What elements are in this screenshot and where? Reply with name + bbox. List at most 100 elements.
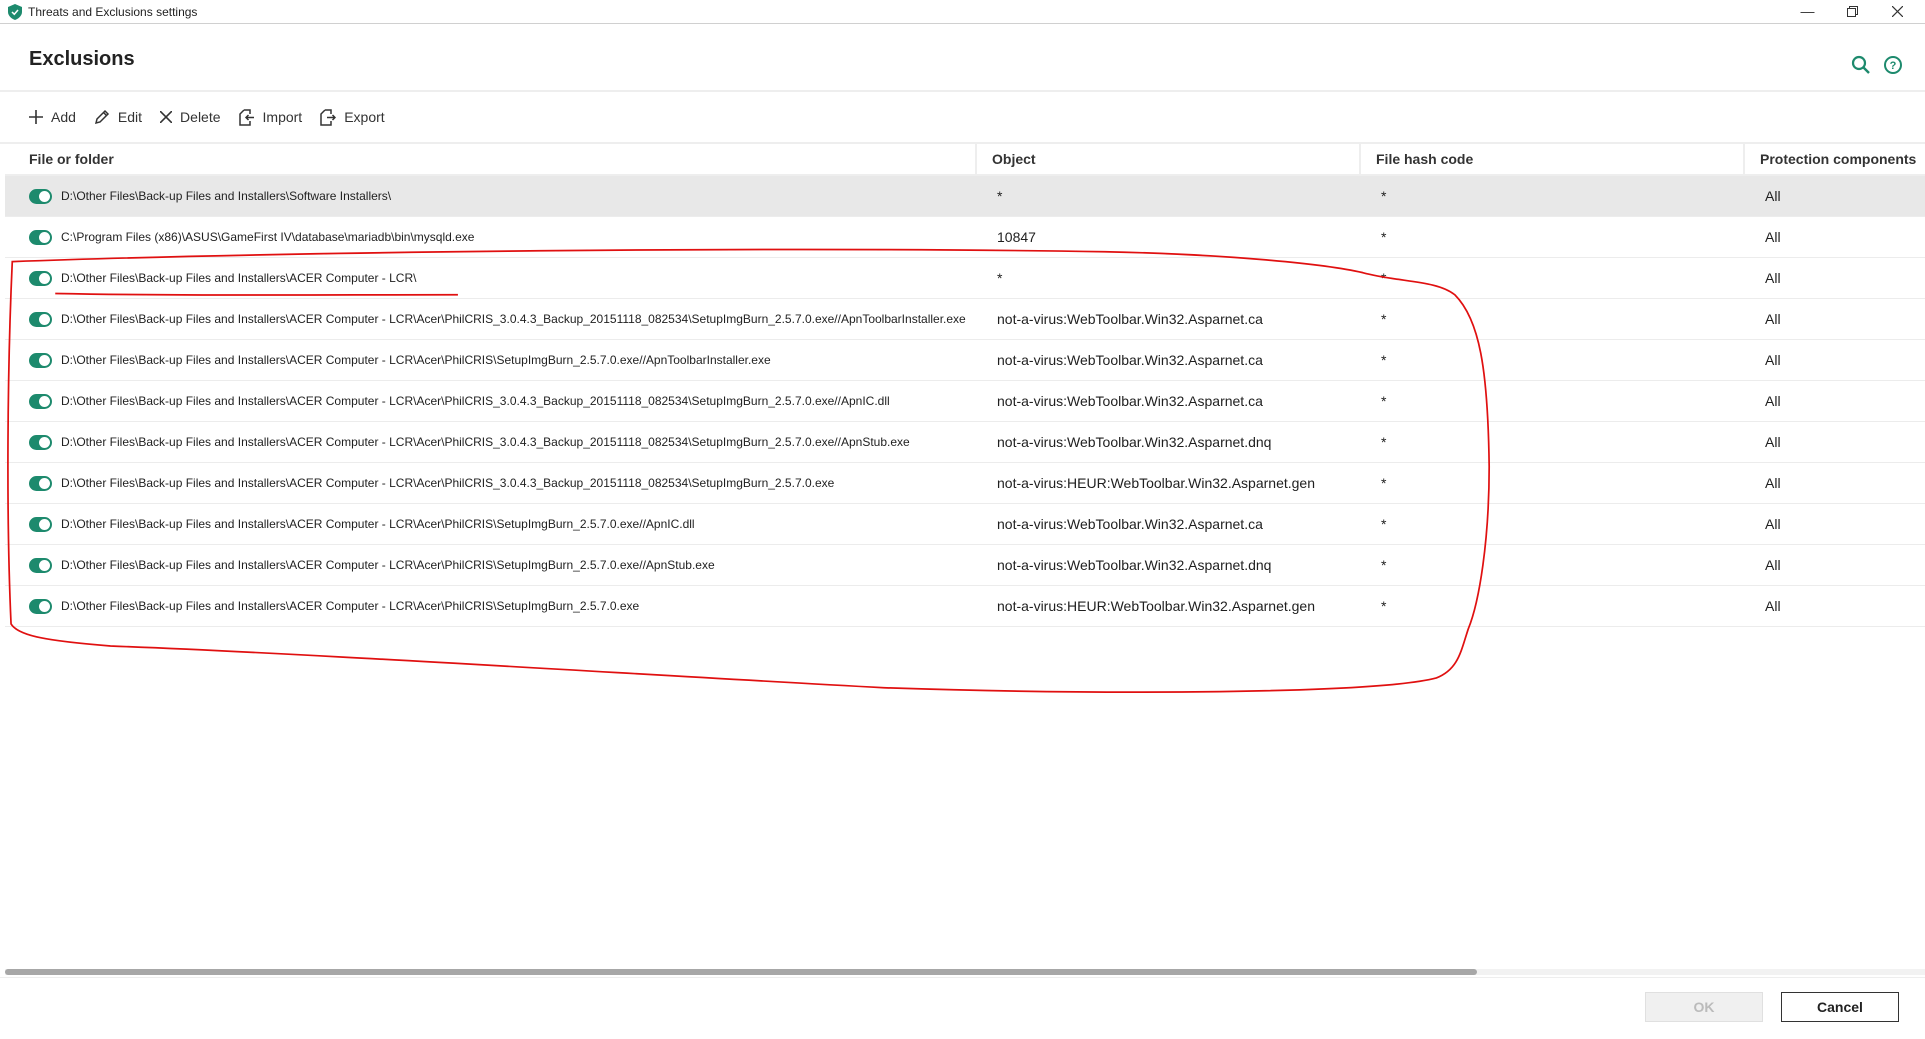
hash-cell: * bbox=[1381, 557, 1387, 573]
edit-button[interactable]: Edit bbox=[94, 109, 142, 125]
file-cell: D:\Other Files\Back-up Files and Install… bbox=[5, 434, 980, 450]
enabled-toggle[interactable] bbox=[29, 311, 52, 327]
help-icon[interactable]: ? bbox=[1882, 54, 1904, 76]
file-path: D:\Other Files\Back-up Files and Install… bbox=[61, 599, 640, 613]
file-cell: D:\Other Files\Back-up Files and Install… bbox=[5, 557, 980, 573]
object-cell: * bbox=[997, 188, 1003, 204]
import-label: Import bbox=[262, 109, 303, 125]
hash-cell: * bbox=[1381, 270, 1387, 286]
hash-cell: * bbox=[1381, 352, 1387, 368]
hash-cell: * bbox=[1381, 188, 1387, 204]
search-icon[interactable] bbox=[1850, 54, 1872, 76]
export-label: Export bbox=[344, 109, 385, 125]
file-path: D:\Other Files\Back-up Files and Install… bbox=[61, 394, 890, 408]
export-button[interactable]: Export bbox=[320, 108, 385, 126]
minimize-button[interactable]: — bbox=[1785, 0, 1830, 22]
enabled-toggle[interactable] bbox=[29, 188, 52, 204]
horizontal-scrollbar[interactable] bbox=[5, 969, 1925, 975]
ok-button[interactable]: OK bbox=[1645, 992, 1763, 1022]
enabled-toggle[interactable] bbox=[29, 270, 52, 286]
svg-text:?: ? bbox=[1890, 60, 1897, 72]
table-row[interactable]: D:\Other Files\Back-up Files and Install… bbox=[5, 299, 1925, 340]
components-cell: All bbox=[1765, 270, 1781, 286]
file-path: D:\Other Files\Back-up Files and Install… bbox=[61, 517, 695, 531]
components-cell: All bbox=[1765, 311, 1781, 327]
hash-cell: * bbox=[1381, 393, 1387, 409]
file-path: D:\Other Files\Back-up Files and Install… bbox=[61, 353, 771, 367]
hash-cell: * bbox=[1381, 516, 1387, 532]
file-path: D:\Other Files\Back-up Files and Install… bbox=[61, 435, 910, 449]
file-path: D:\Other Files\Back-up Files and Install… bbox=[61, 312, 966, 326]
object-cell: not-a-virus:WebToolbar.Win32.Asparnet.ca bbox=[997, 352, 1263, 368]
table-row[interactable]: D:\Other Files\Back-up Files and Install… bbox=[5, 258, 1925, 299]
add-button[interactable]: Add bbox=[29, 109, 76, 125]
enabled-toggle[interactable] bbox=[29, 557, 52, 573]
enabled-toggle[interactable] bbox=[29, 434, 52, 450]
table-row[interactable]: C:\Program Files (x86)\ASUS\GameFirst IV… bbox=[5, 217, 1925, 258]
table-row[interactable]: D:\Other Files\Back-up Files and Install… bbox=[5, 463, 1925, 504]
x-icon bbox=[160, 111, 173, 123]
file-path: C:\Program Files (x86)\ASUS\GameFirst IV… bbox=[61, 230, 475, 244]
close-icon bbox=[1892, 5, 1903, 17]
scrollbar-thumb[interactable] bbox=[5, 969, 1477, 975]
import-icon bbox=[238, 108, 254, 126]
file-path: D:\Other Files\Back-up Files and Install… bbox=[61, 476, 835, 490]
object-cell: 10847 bbox=[997, 229, 1036, 245]
page-header: Exclusions ? bbox=[0, 24, 1925, 92]
object-cell: not-a-virus:WebToolbar.Win32.Asparnet.dn… bbox=[997, 434, 1272, 450]
components-cell: All bbox=[1765, 352, 1781, 368]
components-cell: All bbox=[1765, 188, 1781, 204]
plus-icon bbox=[29, 110, 43, 124]
table-row[interactable]: D:\Other Files\Back-up Files and Install… bbox=[5, 381, 1925, 422]
enabled-toggle[interactable] bbox=[29, 393, 52, 409]
close-button[interactable] bbox=[1875, 0, 1920, 22]
import-button[interactable]: Import bbox=[238, 108, 303, 126]
table-row[interactable]: D:\Other Files\Back-up Files and Install… bbox=[5, 545, 1925, 586]
shield-icon bbox=[8, 3, 22, 20]
table-row[interactable]: D:\Other Files\Back-up Files and Install… bbox=[5, 504, 1925, 545]
components-cell: All bbox=[1765, 393, 1781, 409]
enabled-toggle[interactable] bbox=[29, 229, 52, 245]
hash-cell: * bbox=[1381, 311, 1387, 327]
file-cell: C:\Program Files (x86)\ASUS\GameFirst IV… bbox=[5, 229, 980, 245]
table-row[interactable]: D:\Other Files\Back-up Files and Install… bbox=[5, 176, 1925, 217]
export-icon bbox=[320, 108, 337, 126]
column-header-hash[interactable]: File hash code bbox=[1359, 144, 1743, 174]
components-cell: All bbox=[1765, 475, 1781, 491]
file-cell: D:\Other Files\Back-up Files and Install… bbox=[5, 598, 980, 614]
table-row[interactable]: D:\Other Files\Back-up Files and Install… bbox=[5, 422, 1925, 463]
add-label: Add bbox=[51, 109, 76, 125]
file-cell: D:\Other Files\Back-up Files and Install… bbox=[5, 393, 980, 409]
components-cell: All bbox=[1765, 557, 1781, 573]
enabled-toggle[interactable] bbox=[29, 352, 52, 368]
toolbar: Add Edit Delete Import Export bbox=[0, 92, 1925, 144]
file-cell: D:\Other Files\Back-up Files and Install… bbox=[5, 516, 980, 532]
window-title: Threats and Exclusions settings bbox=[28, 4, 198, 19]
table-header: File or folder Object File hash code Pro… bbox=[5, 144, 1925, 176]
file-cell: D:\Other Files\Back-up Files and Install… bbox=[5, 270, 980, 286]
object-cell: not-a-virus:WebToolbar.Win32.Asparnet.ca bbox=[997, 311, 1263, 327]
object-cell: not-a-virus:WebToolbar.Win32.Asparnet.ca bbox=[997, 393, 1263, 409]
object-cell: * bbox=[997, 270, 1003, 286]
enabled-toggle[interactable] bbox=[29, 516, 52, 532]
file-cell: D:\Other Files\Back-up Files and Install… bbox=[5, 311, 980, 327]
hash-cell: * bbox=[1381, 229, 1387, 245]
column-header-file[interactable]: File or folder bbox=[5, 144, 975, 174]
file-path: D:\Other Files\Back-up Files and Install… bbox=[61, 271, 417, 285]
hash-cell: * bbox=[1381, 598, 1387, 614]
cancel-button[interactable]: Cancel bbox=[1781, 992, 1899, 1022]
table-row[interactable]: D:\Other Files\Back-up Files and Install… bbox=[5, 586, 1925, 627]
restore-button[interactable] bbox=[1830, 0, 1875, 22]
object-cell: not-a-virus:HEUR:WebToolbar.Win32.Asparn… bbox=[997, 598, 1316, 614]
pencil-icon bbox=[94, 109, 109, 125]
edit-label: Edit bbox=[117, 109, 143, 125]
table-row[interactable]: D:\Other Files\Back-up Files and Install… bbox=[5, 340, 1925, 381]
hash-cell: * bbox=[1381, 475, 1387, 491]
enabled-toggle[interactable] bbox=[29, 475, 52, 491]
enabled-toggle[interactable] bbox=[29, 598, 52, 614]
delete-button[interactable]: Delete bbox=[160, 109, 221, 125]
object-cell: not-a-virus:WebToolbar.Win32.Asparnet.dn… bbox=[997, 557, 1272, 573]
divider bbox=[0, 977, 1925, 978]
column-header-object[interactable]: Object bbox=[975, 144, 1359, 174]
column-header-components[interactable]: Protection components bbox=[1743, 144, 1925, 174]
